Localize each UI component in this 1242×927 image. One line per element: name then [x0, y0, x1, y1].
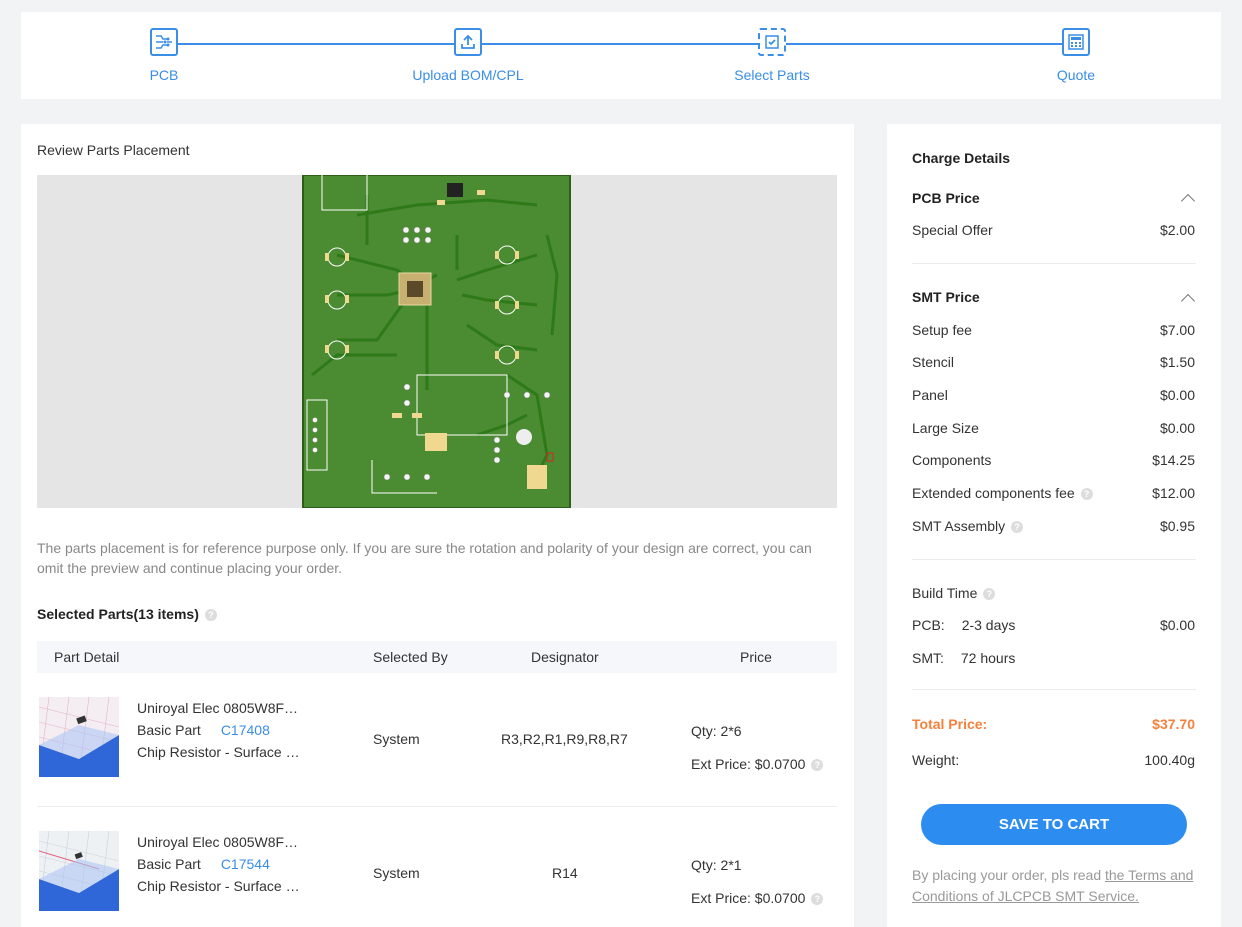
special-offer-value: $2.00	[1159, 222, 1195, 238]
price-cell: Qty: 2*1 Ext Price: $0.0700?	[691, 849, 824, 915]
price-cell: Qty: 2*6 Ext Price: $0.0700?	[691, 715, 824, 781]
col-price: Price	[740, 649, 772, 665]
part-name: Uniroyal Elec 0805W8F…	[137, 700, 299, 716]
selected-by: System	[373, 731, 420, 747]
ext-price: Ext Price: $0.0700	[691, 890, 806, 906]
help-icon[interactable]: ?	[1080, 488, 1093, 501]
step-upload-bom[interactable]: Upload BOM/CPL	[388, 28, 548, 83]
panel-value: $0.00	[1159, 387, 1195, 403]
help-icon[interactable]: ?	[204, 609, 217, 622]
help-icon[interactable]: ?	[1011, 521, 1024, 534]
col-designator: Designator	[531, 649, 599, 665]
smt-assembly-label: SMT Assembly?	[912, 518, 1024, 534]
chevron-up-icon[interactable]	[1180, 193, 1196, 209]
terms-note: By placing your order, pls read the Term…	[912, 867, 1194, 904]
extended-fee-value: $12.00	[1152, 485, 1195, 501]
part-thumbnail[interactable]	[39, 831, 119, 911]
table-row: Uniroyal Elec 0805W8F… Basic Part C17544 …	[37, 807, 837, 927]
build-time-label: Build Time?	[912, 585, 996, 601]
calculator-icon	[1062, 28, 1090, 56]
step-label: PCB	[149, 67, 179, 83]
total-price-value: $37.70	[1152, 716, 1195, 732]
step-pcb[interactable]: PCB	[84, 28, 244, 83]
special-offer-label: Special Offer	[912, 222, 993, 238]
parts-panel: Review Parts Placement The parts placeme…	[21, 124, 854, 927]
setup-fee-value: $7.00	[1159, 322, 1195, 338]
step-select-parts[interactable]: Select Parts	[692, 28, 852, 83]
table-row: Uniroyal Elec 0805W8F… Basic Part C17408 …	[37, 673, 837, 807]
order-stepper: PCB Upload BOM/CPL Select Parts Quote	[21, 12, 1221, 99]
help-icon[interactable]: ?	[811, 759, 824, 772]
pcb-board-image	[302, 175, 571, 508]
charge-details-panel: Charge Details PCB Price Special Offer $…	[887, 124, 1221, 927]
stencil-label: Stencil	[912, 354, 955, 370]
chevron-up-icon[interactable]	[1180, 293, 1196, 309]
smt-price-heading[interactable]: SMT Price	[912, 289, 980, 305]
pcb-price-heading[interactable]: PCB Price	[912, 190, 980, 206]
charge-details-title: Charge Details	[912, 150, 1011, 166]
part-name: Uniroyal Elec 0805W8F…	[137, 834, 299, 850]
divider	[912, 689, 1196, 690]
step-label: Select Parts	[734, 67, 810, 83]
ext-price: Ext Price: $0.0700	[691, 756, 806, 772]
part-detail: Uniroyal Elec 0805W8F… Basic Part C17544 …	[137, 831, 317, 897]
selected-parts-count: Selected Parts(13 items)	[37, 606, 199, 622]
pcb-build-value: $0.00	[1159, 617, 1195, 633]
selected-by: System	[373, 865, 420, 881]
designator: R14	[552, 865, 578, 881]
help-icon[interactable]: ?	[811, 893, 824, 906]
part-type: Basic Part	[137, 722, 201, 738]
preview-title: Review Parts Placement	[37, 142, 190, 158]
stencil-value: $1.50	[1159, 354, 1195, 370]
pcb-icon	[150, 28, 178, 56]
step-label: Quote	[1056, 67, 1096, 83]
total-price-label: Total Price:	[912, 716, 988, 732]
chip-icon	[758, 28, 786, 56]
qty: Qty: 2*6	[691, 723, 742, 739]
part-code-link[interactable]: C17408	[221, 722, 270, 738]
designator: R3,R2,R1,R9,R8,R7	[501, 731, 628, 747]
col-selected-by: Selected By	[373, 649, 448, 665]
preview-note: The parts placement is for reference pur…	[37, 540, 812, 576]
step-quote[interactable]: Quote	[996, 28, 1156, 83]
qty: Qty: 2*1	[691, 857, 742, 873]
pcb-build-time: PCB: 2-3 days	[912, 617, 1016, 633]
part-description: Chip Resistor - Surface …	[137, 878, 300, 894]
part-type: Basic Part	[137, 856, 201, 872]
large-size-label: Large Size	[912, 420, 979, 436]
selected-parts-title: Selected Parts(13 items)?	[37, 606, 217, 622]
large-size-value: $0.00	[1159, 420, 1195, 436]
components-value: $14.25	[1152, 452, 1195, 468]
part-detail: Uniroyal Elec 0805W8F… Basic Part C17408 …	[137, 697, 317, 763]
weight-value: 100.40g	[1144, 752, 1195, 768]
divider	[912, 263, 1196, 264]
components-label: Components	[912, 452, 992, 468]
panel-label: Panel	[912, 387, 948, 403]
upload-icon	[454, 28, 482, 56]
help-icon[interactable]: ?	[983, 588, 996, 601]
smt-assembly-value: $0.95	[1159, 518, 1195, 534]
step-label: Upload BOM/CPL	[412, 67, 524, 83]
part-thumbnail[interactable]	[39, 697, 119, 777]
parts-table-header: Part Detail Selected By Designator Price	[37, 641, 837, 673]
stepper-line	[178, 43, 1090, 45]
part-description: Chip Resistor - Surface …	[137, 744, 300, 760]
pcb-preview[interactable]	[37, 175, 837, 508]
save-to-cart-button[interactable]: SAVE TO CART	[921, 804, 1187, 845]
setup-fee-label: Setup fee	[912, 322, 972, 338]
weight-label: Weight:	[912, 752, 960, 768]
divider	[912, 559, 1196, 560]
extended-fee-label: Extended components fee?	[912, 485, 1093, 501]
part-code-link[interactable]: C17544	[221, 856, 270, 872]
smt-build-time: SMT: 72 hours	[912, 650, 1016, 666]
col-part-detail: Part Detail	[54, 649, 120, 665]
